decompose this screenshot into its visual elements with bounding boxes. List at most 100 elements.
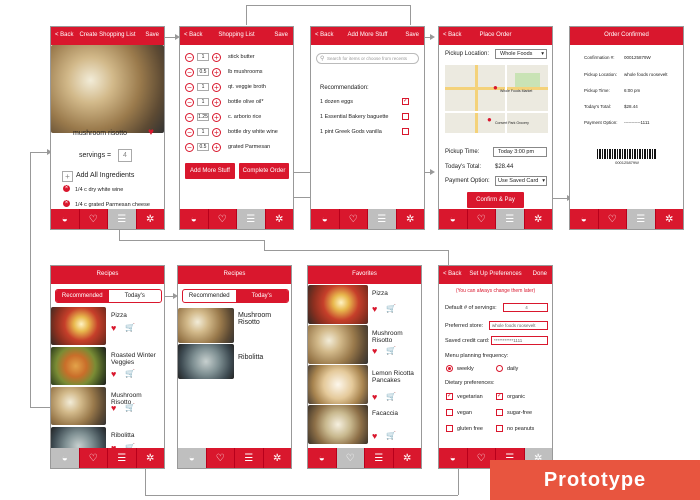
checkbox[interactable] [402,128,409,135]
tab-heart-icon[interactable]: ♡ [599,209,627,229]
tab-gear-icon[interactable]: ✲ [397,209,425,229]
checkbox[interactable] [496,425,503,432]
tab-list-icon[interactable]: ☰ [365,448,394,468]
confirm-pay-button[interactable]: Confirm & Pay [467,192,524,208]
plus-button[interactable]: + [212,113,221,122]
tab-list-icon[interactable]: ☰ [368,209,397,229]
tab-heart-icon[interactable]: ♡ [80,209,108,229]
tab-bowl-icon[interactable]: ◒ [439,209,468,229]
tab-heart-icon[interactable]: ♡ [340,209,368,229]
heart-icon[interactable]: ♥ [372,346,377,356]
radio-daily[interactable] [496,365,503,372]
heart-icon[interactable]: ♥ [111,369,116,379]
cart-icon[interactable]: 🛒 [125,403,135,412]
card-input[interactable]: ***********1111 [491,336,548,345]
tab-list-icon[interactable]: ☰ [108,448,137,468]
map[interactable]: ● Whole Foods Market ● Convert Park Groc… [445,65,548,133]
checkbox[interactable]: ✓ [446,393,453,400]
payment-option-select[interactable]: Use Saved Card ▾ [495,176,547,186]
pickup-location-select[interactable]: Whole Foods ▾ [495,49,547,59]
tab-list-icon[interactable]: ☰ [627,209,656,229]
tab-list-icon[interactable]: ☰ [496,209,525,229]
cart-icon[interactable]: 🛒 [125,369,135,378]
save-button[interactable]: Save [274,32,288,38]
tab-heart-icon[interactable]: ♡ [209,209,237,229]
search-input[interactable]: ⚲ Search for items or choose from recent… [316,53,419,64]
add-more-stuff-button[interactable]: Add More Stuff [185,163,235,179]
tab-bowl-icon[interactable]: ◒ [180,209,209,229]
heart-icon[interactable]: ♥ [111,403,116,413]
cart-icon[interactable]: 🛒 [125,323,135,332]
remove-icon[interactable]: × [63,185,70,192]
plus-button[interactable]: + [212,83,221,92]
minus-button[interactable]: − [185,113,194,122]
tab-recommended[interactable]: Recommended [183,290,236,302]
heart-icon[interactable]: ♥ [372,304,377,314]
pickup-time-select[interactable]: Today 3:00 pm [493,147,547,157]
tab-heart-icon[interactable]: ♡ [468,209,496,229]
map-pin-icon[interactable]: ● [487,115,492,124]
minus-button[interactable]: − [185,83,194,92]
servings-input[interactable]: 4 [118,149,132,162]
heart-icon[interactable]: ♥ [372,392,377,402]
checkbox[interactable] [496,409,503,416]
minus-button[interactable]: − [185,98,194,107]
plus-button[interactable]: + [212,53,221,62]
minus-button[interactable]: − [185,53,194,62]
checkbox[interactable] [402,113,409,120]
cart-icon[interactable]: 🛒 [386,431,396,440]
heart-icon[interactable]: ♥ [148,127,154,138]
tab-gear-icon[interactable]: ✲ [266,209,294,229]
done-button[interactable]: Done [533,271,547,277]
tab-bowl-icon[interactable]: ◒ [311,209,340,229]
store-input[interactable]: whole foods roosevelt [489,321,548,330]
map-pin-icon[interactable]: ● [493,83,498,92]
tab-bowl-icon[interactable]: ◒ [570,209,599,229]
minus-button[interactable]: − [185,68,194,77]
plus-button[interactable]: + [212,68,221,77]
tab-bowl-icon[interactable]: ◒ [439,448,468,468]
checkbox[interactable] [446,425,453,432]
minus-button[interactable]: − [185,143,194,152]
checkbox[interactable] [446,409,453,416]
tab-heart-icon[interactable]: ♡ [80,448,108,468]
cart-icon[interactable]: 🛒 [386,392,396,401]
tab-bowl-icon[interactable]: ◒ [51,209,80,229]
tab-list-icon[interactable]: ☰ [108,209,137,229]
tab-bowl-icon[interactable]: ◒ [178,448,207,468]
tab-gear-icon[interactable]: ✲ [264,448,292,468]
tab-gear-icon[interactable]: ✲ [137,448,165,468]
remove-icon[interactable]: × [63,200,70,207]
servings-input[interactable]: 4 [503,303,548,312]
tab-gear-icon[interactable]: ✲ [525,209,553,229]
quantity-field[interactable]: 0.5 [197,143,209,151]
quantity-field[interactable]: 1.25 [197,113,209,121]
plus-button[interactable]: + [212,143,221,152]
tab-list-icon[interactable]: ☰ [237,209,266,229]
tab-gear-icon[interactable]: ✲ [394,448,422,468]
tab-recommended[interactable]: Recommended [56,290,109,302]
save-button[interactable]: Save [405,32,419,38]
tab-gear-icon[interactable]: ✲ [656,209,684,229]
quantity-field[interactable]: 1 [197,83,209,91]
heart-icon[interactable]: ♥ [372,431,377,441]
minus-button[interactable]: − [185,128,194,137]
heart-icon[interactable]: ♥ [111,323,116,333]
tab-gear-icon[interactable]: ✲ [137,209,165,229]
quantity-field[interactable]: 0.5 [197,68,209,76]
cart-icon[interactable]: 🛒 [386,304,396,313]
checkbox[interactable]: ✓ [402,98,409,105]
tab-bowl-icon[interactable]: ◒ [51,448,80,468]
cart-icon[interactable]: 🛒 [386,346,396,355]
save-button[interactable]: Save [145,32,159,38]
quantity-field[interactable]: 1 [197,98,209,106]
add-all-button[interactable]: + [62,171,73,182]
complete-order-button[interactable]: Complete Order [239,163,289,179]
plus-button[interactable]: + [212,98,221,107]
tab-heart-icon[interactable]: ♡ [336,448,365,468]
quantity-field[interactable]: 1 [197,53,209,61]
radio-weekly[interactable] [446,365,453,372]
tab-bowl-icon[interactable]: ◒ [308,448,337,468]
plus-button[interactable]: + [212,128,221,137]
quantity-field[interactable]: 1 [197,128,209,136]
